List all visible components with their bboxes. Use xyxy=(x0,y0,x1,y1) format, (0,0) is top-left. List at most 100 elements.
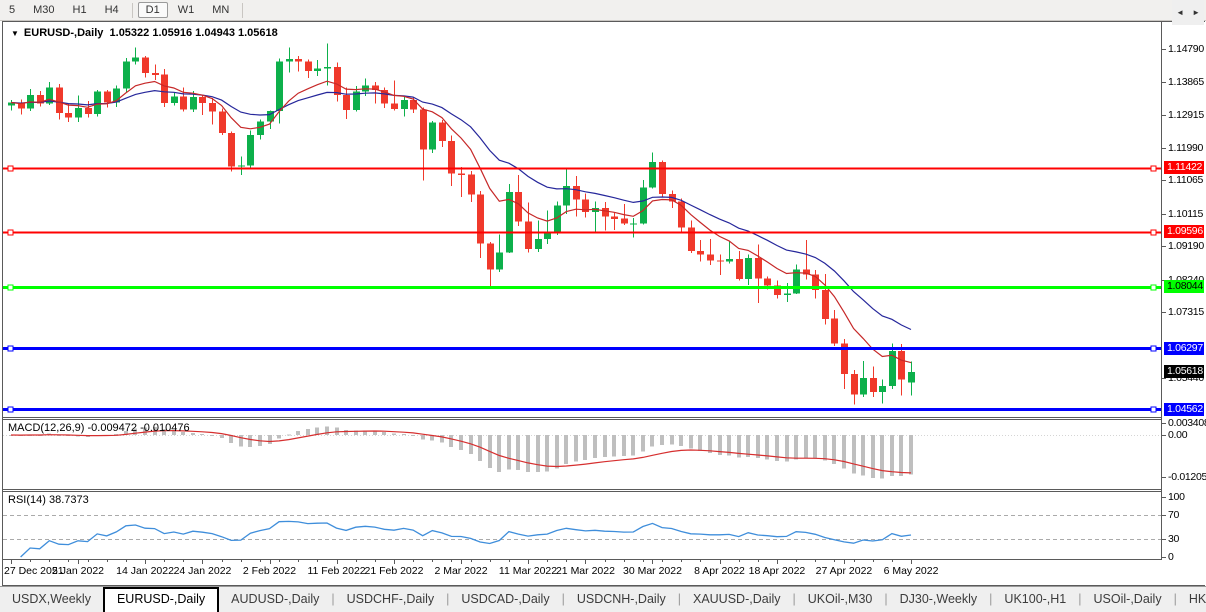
rsi-tick-label: 70 xyxy=(1168,509,1179,521)
axis-tickmark xyxy=(1162,497,1166,498)
date-minor-tick xyxy=(375,560,376,562)
date-minor-tick xyxy=(873,560,874,562)
date-minor-tick xyxy=(547,560,548,562)
ohlc-high: 1.05916 xyxy=(152,27,192,39)
hline-1.08044[interactable] xyxy=(3,285,1161,290)
date-major-tick xyxy=(528,560,529,564)
tab-eurusd-daily[interactable]: EURUSD-,Daily xyxy=(103,587,219,612)
date-major-tick xyxy=(585,560,586,564)
price-tick-label: 1.12915 xyxy=(1168,109,1204,121)
axis-tickmark xyxy=(1162,312,1166,313)
date-major-tick xyxy=(461,560,462,564)
date-major-tick xyxy=(11,560,12,564)
price-tick-label: 1.14790 xyxy=(1168,43,1204,55)
chart-title: ▼EURUSD-,Daily 1.05322 1.05916 1.04943 1… xyxy=(11,27,278,39)
tab-audusd-daily[interactable]: AUDUSD-,Daily xyxy=(219,587,331,612)
price-chart-canvas[interactable] xyxy=(3,22,1161,417)
tab-scroll-right-icon[interactable]: ► xyxy=(1192,8,1200,17)
axis-tickmark xyxy=(1162,515,1166,516)
date-minor-tick xyxy=(471,560,472,562)
axis-tickmark xyxy=(1162,378,1166,379)
date-tick-label: 30 Mar 2022 xyxy=(617,565,687,577)
date-axis[interactable]: 27 Dec 20215 Jan 202214 Jan 202224 Jan 2… xyxy=(3,560,1204,585)
timeframe-5[interactable]: 5 xyxy=(1,2,23,18)
timeframe-d1[interactable]: D1 xyxy=(138,2,168,18)
date-minor-tick xyxy=(298,560,299,562)
hline-price-flag: 1.08044 xyxy=(1164,280,1204,293)
candles-group xyxy=(8,43,915,404)
date-tick-label: 21 Mar 2022 xyxy=(550,565,620,577)
rsi-tick-label: 30 xyxy=(1168,533,1179,545)
tab-ukoil-m30[interactable]: UKOil-,M30 xyxy=(796,587,885,612)
tab-xauusd-daily[interactable]: XAUUSD-,Daily xyxy=(681,587,793,612)
date-minor-tick xyxy=(681,560,682,562)
axis-tickmark xyxy=(1162,115,1166,116)
macd-histogram xyxy=(9,426,913,478)
date-major-tick xyxy=(394,560,395,564)
date-minor-tick xyxy=(605,560,606,562)
date-tick-label: 21 Feb 2022 xyxy=(359,565,429,577)
date-minor-tick xyxy=(834,560,835,562)
date-minor-tick xyxy=(68,560,69,562)
macd-label: MACD(12,26,9) -0.009472 -0.010476 xyxy=(8,422,190,434)
hline-price-flag: 1.11422 xyxy=(1164,161,1204,174)
timeframe-h4[interactable]: H4 xyxy=(97,2,127,18)
date-major-tick xyxy=(78,560,79,564)
timeframe-mn[interactable]: MN xyxy=(204,2,237,18)
date-major-tick xyxy=(777,560,778,564)
date-major-tick xyxy=(270,560,271,564)
date-minor-tick xyxy=(88,560,89,562)
date-tick-label: 5 Jan 2022 xyxy=(43,565,113,577)
date-minor-tick xyxy=(796,560,797,562)
rsi-indicator-canvas[interactable] xyxy=(3,492,1161,559)
hline-1.04562[interactable] xyxy=(3,407,1161,412)
axis-tickmark xyxy=(1162,49,1166,50)
axis-tickmark xyxy=(1162,435,1166,436)
chart-tab-bar: USDX,WeeklyEURUSD-,DailyAUDUSD-,Daily|US… xyxy=(0,586,1206,612)
tab-scroll-left-icon[interactable]: ◄ xyxy=(1176,8,1184,17)
price-axis[interactable]: 1.147901.138651.129151.119901.110651.101… xyxy=(1161,22,1204,560)
axis-tickmark xyxy=(1162,539,1166,540)
date-tick-label: 24 Jan 2022 xyxy=(167,565,237,577)
price-tick-label: 1.09190 xyxy=(1168,240,1204,252)
current-price-flag: 1.05618 xyxy=(1164,365,1204,378)
date-major-tick xyxy=(202,560,203,564)
timeframe-w1[interactable]: W1 xyxy=(170,2,203,18)
date-minor-tick xyxy=(317,560,318,562)
date-minor-tick xyxy=(279,560,280,562)
tab-usdchf-daily[interactable]: USDCHF-,Daily xyxy=(335,587,447,612)
price-tick-label: 1.11990 xyxy=(1168,142,1203,154)
axis-tickmark xyxy=(1162,148,1166,149)
symbol-dropdown-icon[interactable]: ▼ xyxy=(11,29,19,38)
date-minor-tick xyxy=(164,560,165,562)
price-tick-label: 1.13865 xyxy=(1168,76,1204,88)
date-minor-tick xyxy=(260,560,261,562)
tab-usdx-weekly[interactable]: USDX,Weekly xyxy=(0,587,103,612)
chart-window: ▼EURUSD-,Daily 1.05322 1.05916 1.04943 1… xyxy=(2,21,1205,586)
hline-price-flag: 1.04562 xyxy=(1164,403,1204,416)
hline-1.11422[interactable] xyxy=(3,166,1161,171)
ohlc-close: 1.05618 xyxy=(238,27,278,39)
hline-1.06297[interactable] xyxy=(3,346,1161,351)
date-minor-tick xyxy=(30,560,31,562)
hline-1.09596[interactable] xyxy=(3,230,1161,235)
date-minor-tick xyxy=(241,560,242,562)
tab-hk50-h4[interactable]: HK50-,H4 xyxy=(1177,587,1206,612)
date-minor-tick xyxy=(662,560,663,562)
tab-dj30-weekly[interactable]: DJ30-,Weekly xyxy=(888,587,990,612)
date-minor-tick xyxy=(509,560,510,562)
timeframe-h1[interactable]: H1 xyxy=(65,2,95,18)
tab-usoil-daily[interactable]: USOil-,Daily xyxy=(1082,587,1174,612)
toolbar-divider xyxy=(132,3,133,18)
date-minor-tick xyxy=(49,560,50,562)
hline-price-flag: 1.06297 xyxy=(1164,342,1204,355)
timeframe-m30[interactable]: M30 xyxy=(25,2,62,18)
date-major-tick xyxy=(145,560,146,564)
macd-tick-label: -0.01205 xyxy=(1168,471,1206,483)
tab-uk100-h1[interactable]: UK100-,H1 xyxy=(992,587,1078,612)
rsi-tick-label: 100 xyxy=(1168,491,1185,503)
price-tick-label: 1.07315 xyxy=(1168,306,1204,318)
date-major-tick xyxy=(720,560,721,564)
tab-usdcad-daily[interactable]: USDCAD-,Daily xyxy=(449,587,561,612)
tab-usdcnh-daily[interactable]: USDCNH-,Daily xyxy=(565,587,678,612)
